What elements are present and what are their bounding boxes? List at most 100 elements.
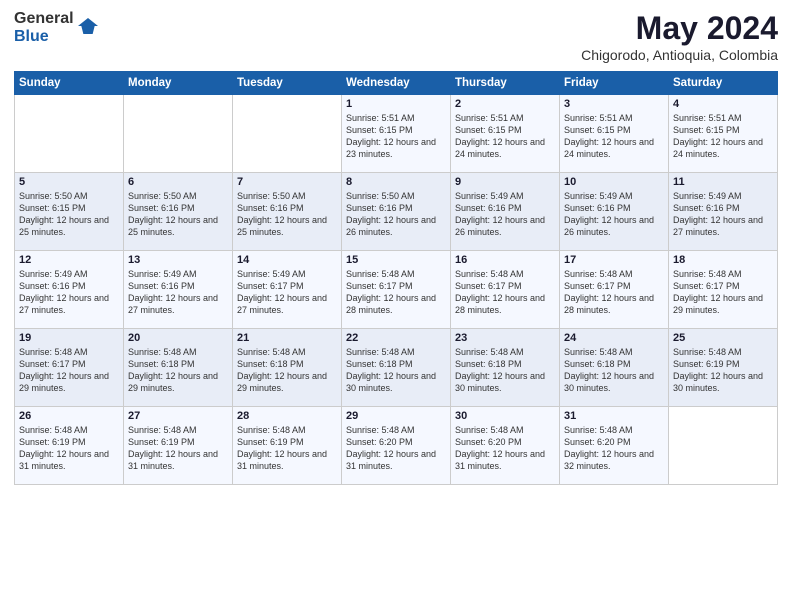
day-number: 28 [237,410,337,422]
day-info: Sunrise: 5:48 AMSunset: 6:18 PMDaylight:… [237,346,337,395]
calendar-cell: 25 Sunrise: 5:48 AMSunset: 6:19 PMDayligh… [669,329,778,407]
calendar-cell: 16Sunrise: 5:48 AMSunset: 6:17 PMDayligh… [451,251,560,329]
day-info: Sunrise: 5:48 AMSunset: 6:19 PMDaylight:… [19,424,119,473]
subtitle: Chigorodo, Antioquia, Colombia [581,47,778,63]
calendar-cell: 21Sunrise: 5:48 AMSunset: 6:18 PMDayligh… [233,329,342,407]
calendar-day-header: Thursday [451,72,560,95]
day-number: 1 [346,98,446,110]
calendar-cell: 28 Sunrise: 5:48 AMSunset: 6:19 PMDayligh… [233,407,342,485]
day-number: 11 [673,176,773,188]
calendar-day-header: Saturday [669,72,778,95]
day-info: Sunrise: 5:48 AMSunset: 6:20 PMDaylight:… [455,424,555,473]
day-number: 16 [455,254,555,266]
day-number: 9 [455,176,555,188]
day-info: Sunrise: 5:48 AMSunset: 6:18 PMDaylight:… [455,346,555,395]
day-number: 25 [673,332,773,344]
day-info: Sunrise: 5:48 AMSunset: 6:19 PMDaylight:… [128,424,228,473]
calendar-cell: 11 Sunrise: 5:49 AMSunset: 6:16 PMDayligh… [669,173,778,251]
calendar-cell: 29 Sunrise: 5:48 AMSunset: 6:20 PMDayligh… [342,407,451,485]
logo-icon [78,16,98,36]
calendar-cell [233,95,342,173]
day-number: 18 [673,254,773,266]
day-number: 8 [346,176,446,188]
day-number: 2 [455,98,555,110]
day-number: 7 [237,176,337,188]
day-number: 6 [128,176,228,188]
day-info: Sunrise: 5:50 AMSunset: 6:16 PMDaylight:… [128,190,228,239]
calendar-week-row: 5 Sunrise: 5:50 AMSunset: 6:15 PMDaylight… [15,173,778,251]
calendar-cell [15,95,124,173]
calendar-day-header: Sunday [15,72,124,95]
day-number: 13 [128,254,228,266]
calendar-cell: 15 Sunrise: 5:48 AMSunset: 6:17 PMDayligh… [342,251,451,329]
logo-blue: Blue [14,28,49,46]
calendar-cell: 3 Sunrise: 5:51 AMSunset: 6:15 PMDaylight… [560,95,669,173]
day-number: 29 [346,410,446,422]
day-info: Sunrise: 5:48 AMSunset: 6:17 PMDaylight:… [673,268,773,317]
header: General Blue May 2024 Chigorodo, Antioqu… [14,10,778,63]
day-info: Sunrise: 5:48 AMSunset: 6:17 PMDaylight:… [564,268,664,317]
logo: General Blue [14,10,98,45]
day-info: Sunrise: 5:49 AMSunset: 6:16 PMDaylight:… [455,190,555,239]
calendar-header-row: SundayMondayTuesdayWednesdayThursdayFrid… [15,72,778,95]
day-info: Sunrise: 5:49 AMSunset: 6:16 PMDaylight:… [19,268,119,317]
day-info: Sunrise: 5:50 AMSunset: 6:16 PMDaylight:… [346,190,446,239]
calendar-cell: 30 Sunrise: 5:48 AMSunset: 6:20 PMDayligh… [451,407,560,485]
calendar-cell: 12 Sunrise: 5:49 AMSunset: 6:16 PMDayligh… [15,251,124,329]
calendar-cell: 10 Sunrise: 5:49 AMSunset: 6:16 PMDayligh… [560,173,669,251]
calendar-cell [124,95,233,173]
calendar-cell: 4 Sunrise: 5:51 AMSunset: 6:15 PMDaylight… [669,95,778,173]
logo-general: General [14,10,74,28]
day-number: 10 [564,176,664,188]
calendar-week-row: 26 Sunrise: 5:48 AMSunset: 6:19 PMDayligh… [15,407,778,485]
day-number: 31 [564,410,664,422]
day-info: Sunrise: 5:49 AMSunset: 6:16 PMDaylight:… [564,190,664,239]
main-title: May 2024 [581,10,778,47]
day-number: 12 [19,254,119,266]
calendar-cell: 20Sunrise: 5:48 AMSunset: 6:18 PMDayligh… [124,329,233,407]
day-number: 30 [455,410,555,422]
day-number: 27 [128,410,228,422]
day-info: Sunrise: 5:48 AMSunset: 6:18 PMDaylight:… [346,346,446,395]
day-number: 4 [673,98,773,110]
day-info: Sunrise: 5:50 AMSunset: 6:15 PMDaylight:… [19,190,119,239]
day-info: Sunrise: 5:48 AMSunset: 6:20 PMDaylight:… [564,424,664,473]
calendar-cell: 1 Sunrise: 5:51 AMSunset: 6:15 PMDaylight… [342,95,451,173]
calendar-cell: 8 Sunrise: 5:50 AMSunset: 6:16 PMDaylight… [342,173,451,251]
day-info: Sunrise: 5:49 AMSunset: 6:16 PMDaylight:… [673,190,773,239]
day-info: Sunrise: 5:48 AMSunset: 6:20 PMDaylight:… [346,424,446,473]
day-number: 5 [19,176,119,188]
calendar-cell: 24Sunrise: 5:48 AMSunset: 6:18 PMDayligh… [560,329,669,407]
day-number: 24 [564,332,664,344]
day-info: Sunrise: 5:51 AMSunset: 6:15 PMDaylight:… [346,112,446,161]
calendar-cell: 2Sunrise: 5:51 AMSunset: 6:15 PMDaylight… [451,95,560,173]
day-info: Sunrise: 5:48 AMSunset: 6:19 PMDaylight:… [673,346,773,395]
calendar-week-row: 19Sunrise: 5:48 AMSunset: 6:17 PMDayligh… [15,329,778,407]
calendar-cell: 18 Sunrise: 5:48 AMSunset: 6:17 PMDayligh… [669,251,778,329]
calendar-cell: 7Sunrise: 5:50 AMSunset: 6:16 PMDaylight… [233,173,342,251]
calendar-day-header: Friday [560,72,669,95]
title-block: May 2024 Chigorodo, Antioquia, Colombia [581,10,778,63]
calendar-day-header: Tuesday [233,72,342,95]
day-number: 26 [19,410,119,422]
day-info: Sunrise: 5:48 AMSunset: 6:17 PMDaylight:… [346,268,446,317]
calendar-cell [669,407,778,485]
calendar-cell: 23 Sunrise: 5:48 AMSunset: 6:18 PMDayligh… [451,329,560,407]
day-number: 14 [237,254,337,266]
day-info: Sunrise: 5:51 AMSunset: 6:15 PMDaylight:… [673,112,773,161]
page: General Blue May 2024 Chigorodo, Antioqu… [0,0,792,612]
calendar-day-header: Monday [124,72,233,95]
day-number: 22 [346,332,446,344]
calendar-cell: 26 Sunrise: 5:48 AMSunset: 6:19 PMDayligh… [15,407,124,485]
day-number: 23 [455,332,555,344]
day-info: Sunrise: 5:48 AMSunset: 6:19 PMDaylight:… [237,424,337,473]
day-info: Sunrise: 5:49 AMSunset: 6:17 PMDaylight:… [237,268,337,317]
day-number: 15 [346,254,446,266]
calendar-cell: 17 Sunrise: 5:48 AMSunset: 6:17 PMDayligh… [560,251,669,329]
day-number: 17 [564,254,664,266]
day-number: 19 [19,332,119,344]
calendar-cell: 14 Sunrise: 5:49 AMSunset: 6:17 PMDayligh… [233,251,342,329]
day-number: 3 [564,98,664,110]
calendar-cell: 19Sunrise: 5:48 AMSunset: 6:17 PMDayligh… [15,329,124,407]
day-info: Sunrise: 5:51 AMSunset: 6:15 PMDaylight:… [564,112,664,161]
